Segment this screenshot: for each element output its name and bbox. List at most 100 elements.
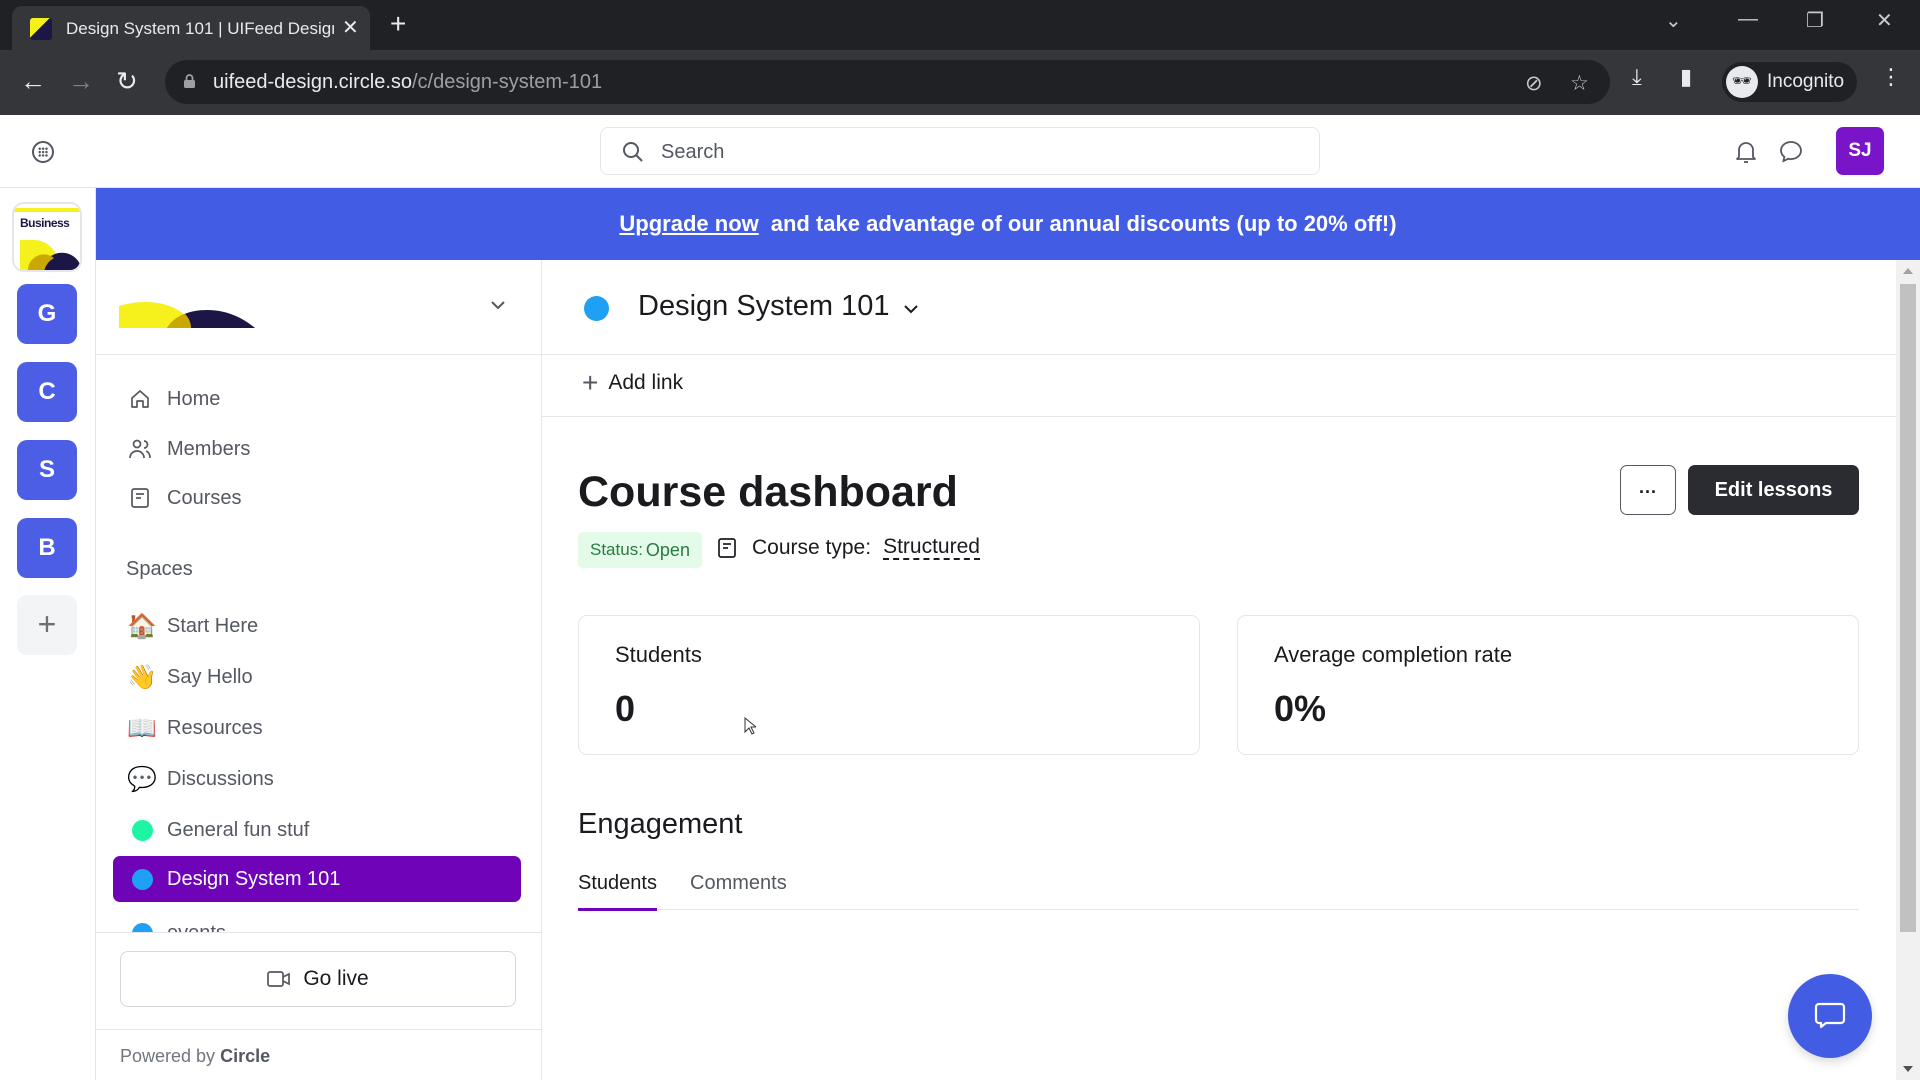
incognito-icon: 🕶 bbox=[1726, 66, 1758, 98]
tab-title: Design System 101 | UIFeed Design bbox=[66, 19, 334, 38]
logo-art-icon bbox=[20, 240, 80, 270]
browser-toolbar: ← → ↻ uifeed-design.circle.so/c/design-s… bbox=[0, 50, 1920, 115]
scroll-up-arrow-icon[interactable] bbox=[1903, 268, 1913, 274]
powered-by-text: Powered by Circle bbox=[120, 1046, 270, 1067]
bell-icon[interactable] bbox=[1733, 139, 1759, 165]
tab-comments[interactable]: Comments bbox=[690, 872, 787, 895]
stat-card-students: Students 0 bbox=[578, 615, 1200, 755]
tab-students[interactable]: Students bbox=[578, 872, 657, 911]
community-g[interactable]: G bbox=[17, 284, 77, 344]
search-input[interactable] bbox=[661, 138, 1281, 166]
circle-brand-link[interactable]: Circle bbox=[220, 1046, 270, 1066]
stat-label: Average completion rate bbox=[1274, 642, 1513, 667]
tab-search-icon[interactable]: ⌄ bbox=[1665, 8, 1682, 33]
space-label: Resources bbox=[167, 716, 263, 739]
eye-off-icon[interactable]: ⊘ bbox=[1525, 71, 1543, 96]
spaces-heading: Spaces bbox=[126, 558, 193, 580]
sidebar-item-label: Members bbox=[167, 437, 251, 460]
logo-text: Business bbox=[20, 216, 70, 230]
app-header: SJ bbox=[0, 115, 1920, 188]
incognito-label: Incognito bbox=[1767, 71, 1845, 92]
sidepanel-icon[interactable]: ▮ bbox=[1680, 64, 1692, 90]
sidebar-space-discussions[interactable]: 💬 Discussions bbox=[113, 756, 521, 802]
engagement-tabs: Students Comments bbox=[578, 862, 1859, 911]
more-options-button[interactable]: ... bbox=[1620, 465, 1676, 515]
sidebar-item-courses[interactable]: Courses bbox=[127, 478, 241, 518]
logo-stripe bbox=[14, 208, 80, 212]
url-path: /c/design-system-101 bbox=[412, 71, 603, 93]
community-brand-switcher[interactable] bbox=[96, 260, 541, 355]
course-type-value[interactable]: Structured bbox=[883, 536, 980, 560]
forward-icon[interactable]: → bbox=[68, 66, 94, 97]
url-host: uifeed-design.circle.so bbox=[213, 71, 412, 93]
stat-value: 0% bbox=[1274, 688, 1327, 729]
space-title[interactable]: Design System 101 bbox=[638, 290, 889, 323]
sidebar-space-say-hello[interactable]: 👋 Say Hello bbox=[113, 654, 521, 700]
download-icon[interactable]: ⤓ bbox=[1632, 64, 1642, 90]
restore-icon[interactable]: ❐ bbox=[1806, 8, 1824, 33]
apps-icon[interactable] bbox=[32, 141, 54, 163]
community-s[interactable]: S bbox=[17, 440, 77, 500]
reload-icon[interactable]: ↻ bbox=[116, 66, 138, 97]
space-header: Design System 101 bbox=[542, 260, 1896, 355]
stat-card-completion-rate: Average completion rate 0% bbox=[1237, 615, 1859, 755]
tab-close-icon[interactable]: ✕ bbox=[342, 15, 359, 40]
space-dot-icon bbox=[584, 296, 609, 321]
sidebar-space-general-fun-stuf[interactable]: General fun stuf bbox=[113, 807, 521, 853]
sidebar-item-label: Courses bbox=[167, 486, 242, 509]
community-logo-icon bbox=[119, 302, 255, 328]
search-bar[interactable] bbox=[600, 127, 1320, 175]
minimize-icon[interactable]: — bbox=[1738, 8, 1758, 31]
page-scrollbar[interactable] bbox=[1896, 260, 1920, 1080]
video-camera-icon bbox=[267, 971, 291, 987]
community-switcher: Business G C S B + bbox=[0, 188, 96, 1080]
incognito-badge[interactable]: 🕶 Incognito bbox=[1722, 62, 1857, 102]
sidebar-space-start-here[interactable]: 🏠 Start Here bbox=[113, 603, 521, 649]
star-icon[interactable]: ☆ bbox=[1570, 71, 1589, 96]
address-bar[interactable]: uifeed-design.circle.so/c/design-system-… bbox=[165, 60, 1610, 104]
kebab-menu-icon[interactable]: ⋮ bbox=[1880, 64, 1902, 90]
home-icon bbox=[127, 386, 153, 412]
window-close-icon[interactable]: ✕ bbox=[1876, 8, 1893, 33]
links-bar: + Add link bbox=[542, 355, 1896, 417]
add-community-button[interactable]: + bbox=[17, 595, 77, 655]
upgrade-now-link[interactable]: Upgrade now bbox=[619, 211, 758, 237]
go-live-label: Go live bbox=[303, 967, 369, 990]
sidebar: Home Members Courses Spaces 🏠 Start Here… bbox=[96, 260, 542, 1080]
courses-icon bbox=[127, 485, 153, 511]
community-logo-business[interactable]: Business bbox=[12, 202, 82, 272]
avatar[interactable]: SJ bbox=[1836, 127, 1884, 175]
search-icon bbox=[623, 142, 643, 162]
sidebar-footer: Go live Powered by Circle bbox=[96, 932, 541, 1080]
community-b[interactable]: B bbox=[17, 518, 77, 578]
main-content: Design System 101 + Add link Course dash… bbox=[542, 260, 1896, 1080]
browser-tab-bar: Design System 101 | UIFeed Design ✕ + ⌄ … bbox=[0, 0, 1920, 50]
sidebar-space-design-system-101[interactable]: Design System 101 bbox=[113, 856, 521, 902]
community-c[interactable]: C bbox=[17, 362, 77, 422]
chevron-down-icon bbox=[491, 301, 505, 310]
go-live-button[interactable]: Go live bbox=[120, 951, 516, 1007]
back-icon[interactable]: ← bbox=[20, 66, 46, 97]
scroll-down-arrow-icon[interactable] bbox=[1903, 1066, 1913, 1072]
sidebar-item-home[interactable]: Home bbox=[127, 379, 220, 419]
chevron-down-icon[interactable] bbox=[902, 300, 920, 318]
add-link-button[interactable]: + Add link bbox=[582, 369, 683, 397]
chat-widget-button[interactable] bbox=[1788, 974, 1872, 1058]
banner-message: and take advantage of our annual discoun… bbox=[770, 211, 1397, 236]
space-label: Say Hello bbox=[167, 665, 253, 688]
courses-icon bbox=[718, 538, 736, 558]
sidebar-item-label: Home bbox=[167, 387, 221, 410]
sidebar-item-members[interactable]: Members bbox=[127, 429, 250, 469]
scrollbar-thumb[interactable] bbox=[1900, 284, 1916, 932]
edit-lessons-button[interactable]: Edit lessons bbox=[1688, 465, 1859, 515]
chat-bubble-icon[interactable] bbox=[1778, 139, 1804, 165]
powered-by-label: Powered by bbox=[120, 1046, 216, 1066]
new-tab-button[interactable]: + bbox=[390, 8, 406, 40]
add-link-label: Add link bbox=[608, 371, 684, 394]
mouse-cursor-icon bbox=[744, 717, 756, 735]
browser-tab[interactable]: Design System 101 | UIFeed Design ✕ bbox=[12, 6, 370, 50]
space-dot-icon bbox=[127, 815, 157, 845]
sidebar-space-resources[interactable]: 📖 Resources bbox=[113, 705, 521, 751]
space-label: Design System 101 bbox=[167, 867, 341, 890]
lock-icon bbox=[184, 74, 195, 88]
